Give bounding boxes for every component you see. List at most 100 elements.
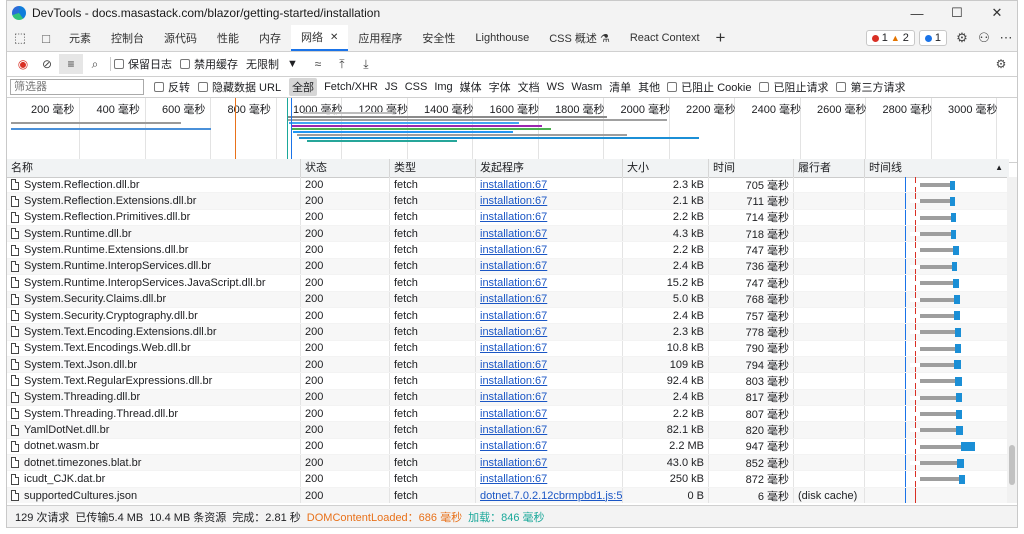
request-name[interactable]: System.Reflection.dll.br [24,179,140,191]
blocked-cookies-checkbox[interactable]: 已阻止 Cookie [667,79,751,95]
type-filter-other[interactable]: 其他 [638,79,660,95]
tab-lighthouse[interactable]: Lighthouse [465,25,539,51]
request-initiator[interactable]: installation:67 [480,310,547,322]
tab-react-context[interactable]: React Context [620,25,710,51]
minimize-button[interactable]: — [897,1,937,25]
table-row[interactable]: System.Text.Encodings.Web.dll.br 200 fetch… [7,340,1009,357]
request-name[interactable]: System.Security.Claims.dll.br [24,293,166,305]
request-name[interactable]: System.Threading.dll.br [24,391,140,403]
type-filter-doc[interactable]: 文档 [518,79,540,95]
add-tab-icon[interactable]: + [710,28,732,48]
request-name[interactable]: icudt_CJK.dat.br [24,473,105,485]
disable-cache-checkbox[interactable]: 禁用缓存 [180,56,238,72]
table-row[interactable]: System.Threading.Thread.dll.br 200 fetch in… [7,406,1009,423]
request-initiator[interactable]: dotnet.7.0.2.12cbrmpbd1.js:5 [480,490,622,502]
inspect-element-icon[interactable]: ⬚ [7,30,33,46]
request-initiator[interactable]: installation:67 [480,211,547,223]
type-filter-all[interactable]: 全部 [289,78,318,96]
table-row[interactable]: dotnet.wasm.br 200 fetch installation:67 2.2… [7,438,1009,456]
settings-gear-icon[interactable]: ⚙ [951,30,973,46]
request-initiator[interactable]: installation:67 [480,228,547,240]
request-initiator[interactable]: installation:67 [480,293,547,305]
request-name[interactable]: YamlDotNet.dll.br [24,424,109,436]
table-row[interactable]: System.Reflection.dll.br 200 fetch installa… [7,177,1009,194]
import-har-icon[interactable]: ⤒ [330,54,354,74]
table-row[interactable]: System.Runtime.dll.br 200 fetch installatio… [7,226,1009,243]
search-icon[interactable]: ⌕ [83,54,107,74]
tab-network[interactable]: 网络 ✕ [291,25,349,51]
request-initiator[interactable]: installation:67 [480,391,547,403]
column-size[interactable]: 大小 [623,159,709,177]
tab-application[interactable]: 应用程序 [348,25,412,51]
record-stop-icon[interactable]: ◉ [11,54,35,74]
request-initiator[interactable]: installation:67 [480,260,547,272]
table-row[interactable]: System.Runtime.Extensions.dll.br 200 fetch… [7,242,1009,259]
request-initiator[interactable]: installation:67 [480,457,547,469]
more-options-icon[interactable]: ⋯ [995,30,1017,46]
wifi-conditions-icon[interactable]: ≈ [306,54,330,74]
hide-data-urls-checkbox[interactable]: 隐藏数据 URL [198,79,281,95]
request-initiator[interactable]: installation:67 [480,277,547,289]
request-initiator[interactable]: installation:67 [480,195,547,207]
table-row[interactable]: System.Security.Claims.dll.br 200 fetch ins… [7,291,1009,308]
column-type[interactable]: 类型 [390,159,476,177]
column-fulfilled-by[interactable]: 履行者 [794,159,865,177]
request-initiator[interactable]: installation:67 [480,179,547,191]
scrollbar-thumb[interactable] [1009,445,1015,485]
table-row[interactable]: System.Reflection.Primitives.dll.br 200 fe… [7,209,1009,227]
table-row[interactable]: dotnet.timezones.blat.br 200 fetch installa… [7,455,1009,472]
request-name[interactable]: System.Text.RegularExpressions.dll.br [24,375,212,387]
tab-security[interactable]: 安全性 [412,25,465,51]
table-row[interactable]: System.Threading.dll.br 200 fetch installat… [7,389,1009,407]
table-row[interactable]: YamlDotNet.dll.br 200 fetch installation:67… [7,422,1009,439]
vertical-scrollbar[interactable] [1007,177,1017,503]
tab-console[interactable]: 控制台 [101,25,154,51]
request-name[interactable]: System.Threading.Thread.dll.br [24,408,178,420]
request-name[interactable]: dotnet.timezones.blat.br [24,457,141,469]
request-name[interactable]: System.Runtime.Extensions.dll.br [24,244,188,256]
table-row[interactable]: System.Runtime.InteropServices.dll.br 200… [7,258,1009,276]
type-filter-wasm[interactable]: Wasm [571,81,602,93]
request-name[interactable]: System.Runtime.InteropServices.JavaScrip… [24,277,265,289]
close-button[interactable]: ✕ [977,1,1017,25]
request-initiator[interactable]: installation:67 [480,342,547,354]
close-tab-icon[interactable]: ✕ [330,32,338,43]
tab-elements[interactable]: 元素 [59,25,101,51]
customize-icon[interactable]: ⚇ [973,30,995,46]
issues-badge[interactable]: 1 ▲ 2 [865,30,915,46]
request-initiator[interactable]: installation:67 [480,440,547,452]
request-name[interactable]: System.Text.Json.dll.br [24,359,137,371]
column-initiator[interactable]: 发起程序 [476,159,623,177]
tab-sources[interactable]: 源代码 [154,25,207,51]
type-filter-media[interactable]: 媒体 [460,79,482,95]
request-name[interactable]: dotnet.wasm.br [24,440,99,452]
request-name[interactable]: System.Runtime.InteropServices.dll.br [24,260,211,272]
table-row[interactable]: System.Text.Encoding.Extensions.dll.br 20… [7,324,1009,341]
table-row[interactable]: System.Reflection.Extensions.dll.br 200 fe… [7,193,1009,210]
third-party-checkbox[interactable]: 第三方请求 [836,79,905,95]
blocked-requests-checkbox[interactable]: 已阻止请求 [759,79,828,95]
type-filter-js[interactable]: JS [385,81,398,93]
request-name[interactable]: System.Text.Encodings.Web.dll.br [24,342,191,354]
column-name[interactable]: 名称 [7,159,301,177]
table-row[interactable]: icudt_CJK.dat.br 200 fetch installation:67 2… [7,471,1009,488]
filter-input[interactable] [10,79,144,95]
request-name[interactable]: System.Runtime.dll.br [24,228,132,240]
maximize-button[interactable]: ☐ [937,1,977,25]
table-row[interactable]: System.Text.RegularExpressions.dll.br 200… [7,373,1009,390]
request-name[interactable]: System.Security.Cryptography.dll.br [24,310,198,322]
device-toolbar-icon[interactable]: □ [33,31,59,46]
preserve-log-checkbox[interactable]: 保留日志 [114,56,172,72]
request-initiator[interactable]: installation:67 [480,424,547,436]
request-initiator[interactable]: installation:67 [480,244,547,256]
column-time[interactable]: 时间 [709,159,794,177]
type-filter-ws[interactable]: WS [547,81,565,93]
export-har-icon[interactable]: ⤓ [354,54,378,74]
request-name[interactable]: supportedCultures.json [24,490,137,502]
table-row[interactable]: System.Text.Json.dll.br 200 fetch installat… [7,356,1009,374]
info-badge[interactable]: 1 [918,30,947,46]
filter-icon[interactable]: ≡ [59,54,83,74]
tab-css-overview[interactable]: CSS 概述 ⚗ [539,25,620,51]
network-settings-icon[interactable]: ⚙ [989,54,1013,74]
table-row[interactable]: System.Runtime.InteropServices.JavaScrip… [7,275,1009,292]
